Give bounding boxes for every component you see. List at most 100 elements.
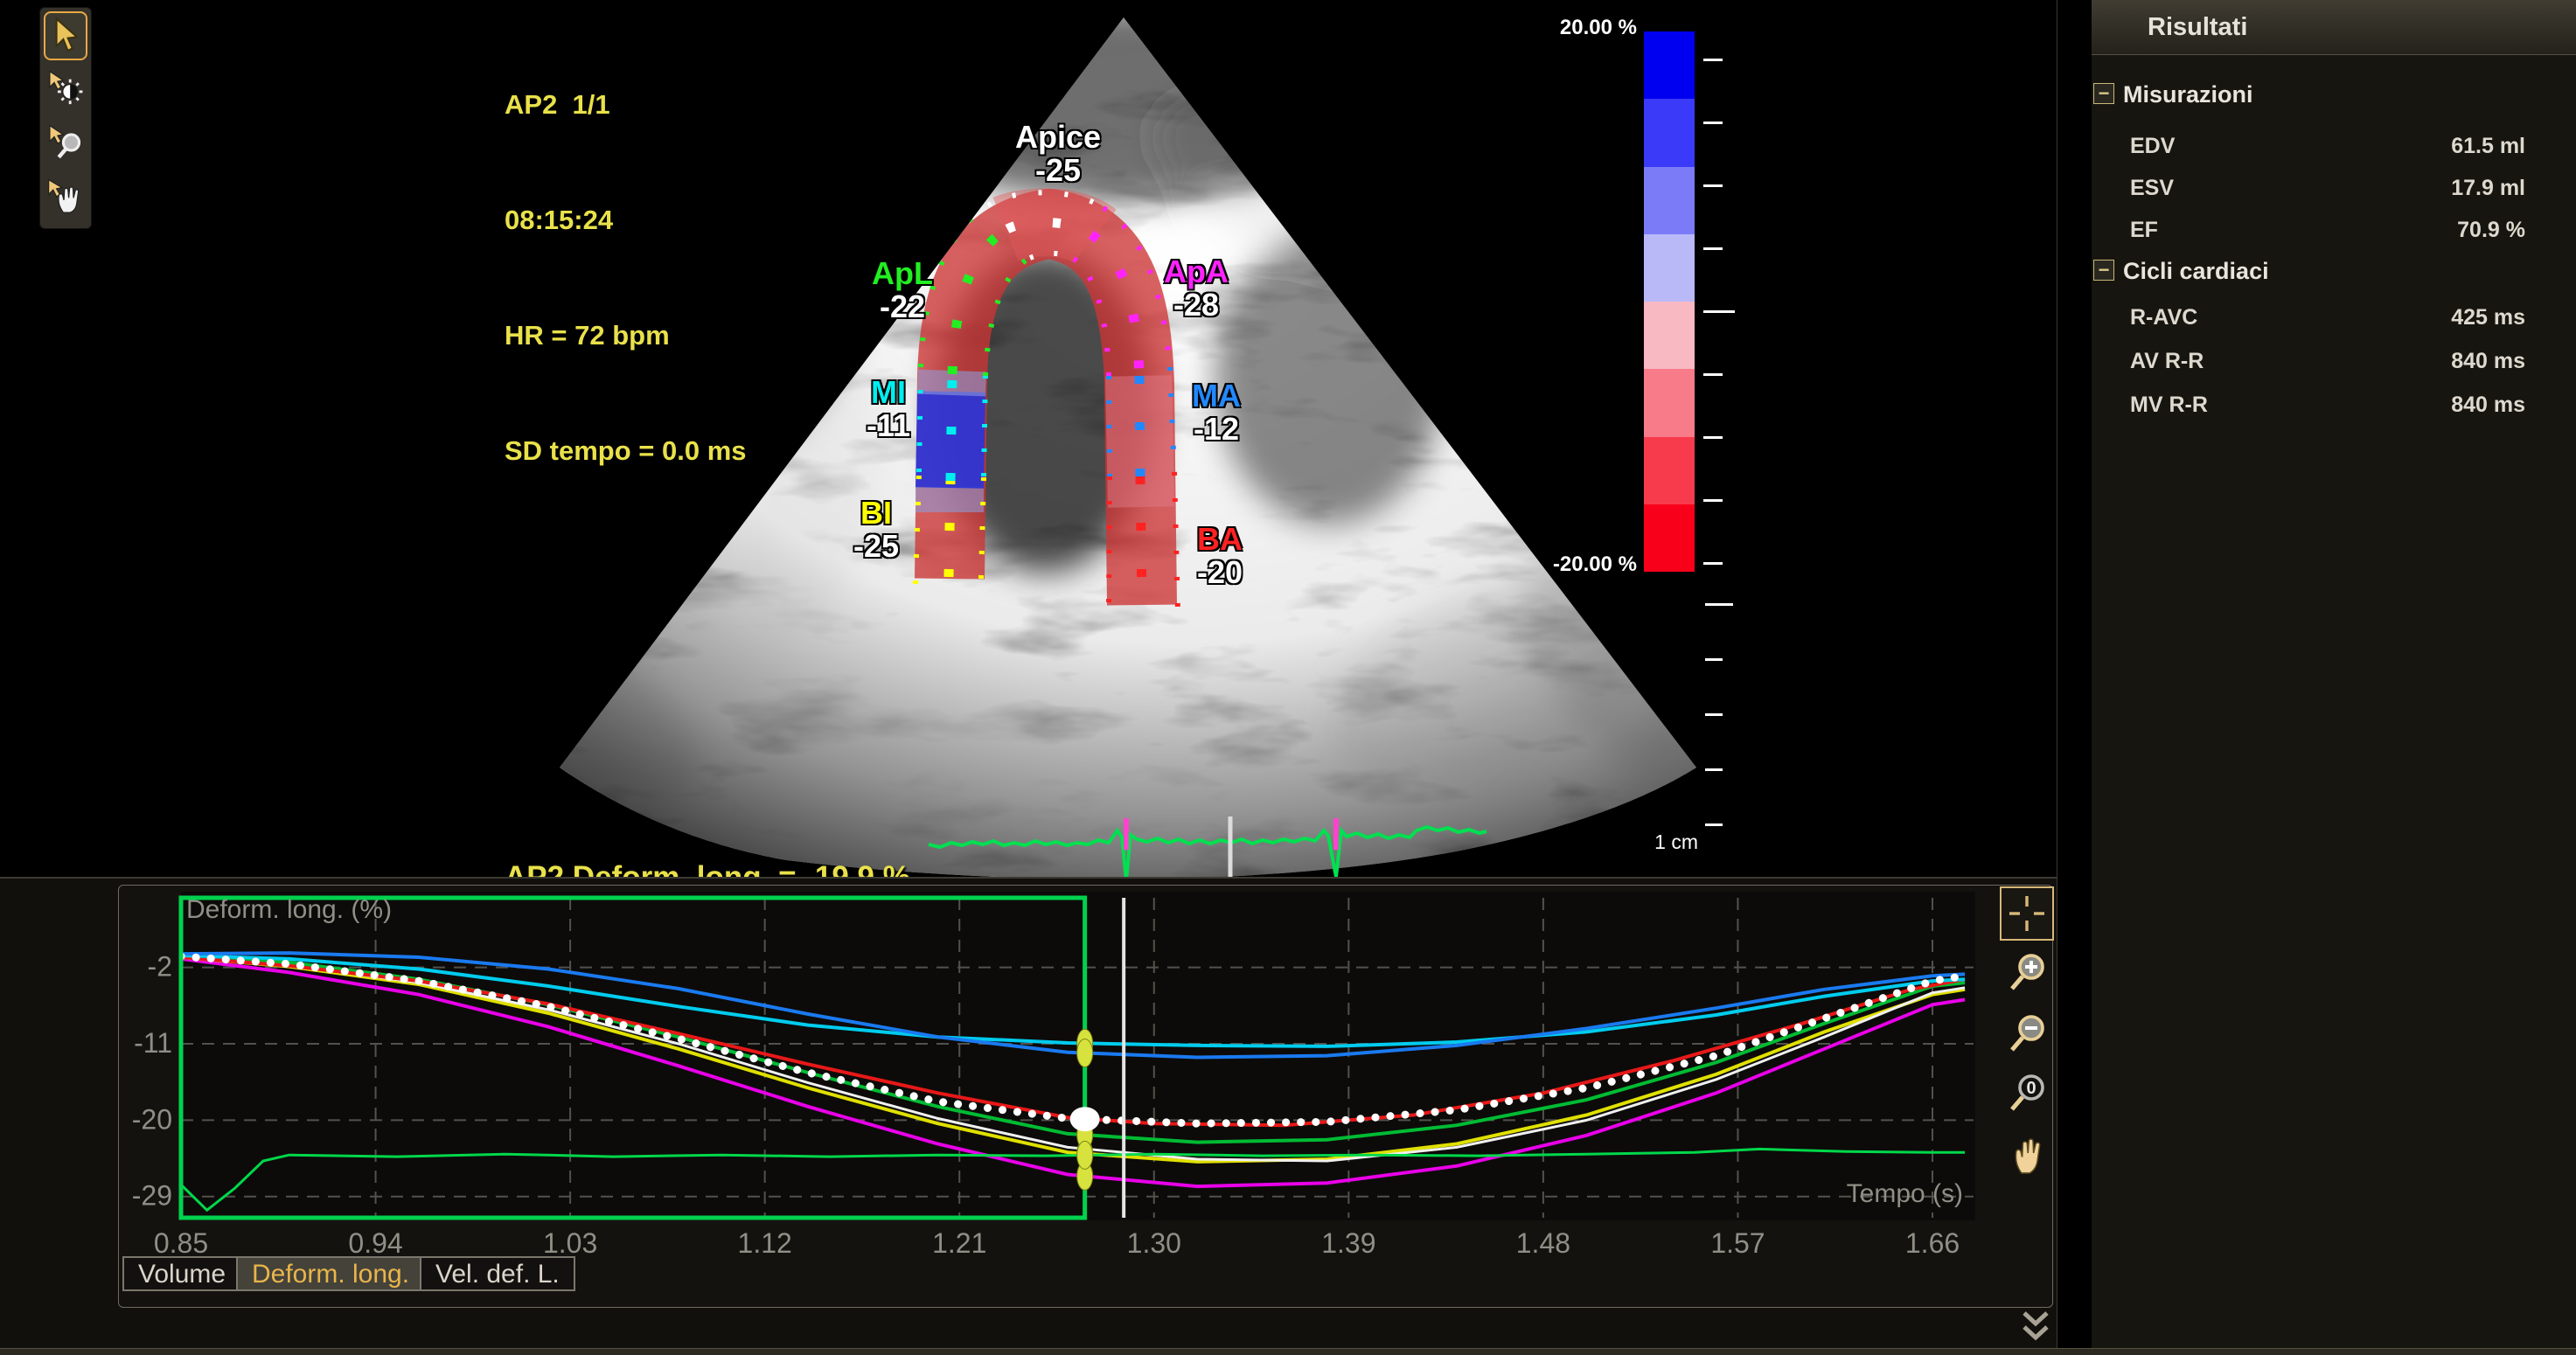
colorbar-tick	[1703, 122, 1723, 124]
timestamp: 08:15:24	[505, 201, 747, 240]
heart-rate: HR = 72 bpm	[505, 316, 747, 355]
colorbar-tick	[1703, 184, 1723, 187]
colorbar-tick	[1703, 310, 1735, 313]
hand-icon	[2004, 1130, 2050, 1176]
y-tick-label: -29	[132, 1180, 172, 1212]
x-axis-label: Tempo (s)	[1847, 1179, 1963, 1208]
x-tick-label: 1.21	[932, 1227, 986, 1259]
segment-label-ma: MA -12	[1155, 379, 1278, 446]
result-row-esv: ESV 17.9 ml	[2092, 168, 2576, 208]
zoom-in-icon	[2003, 949, 2050, 997]
x-tick-label: 1.30	[1127, 1227, 1181, 1259]
magnify-tool-button[interactable]	[44, 118, 87, 167]
colorbar-tick	[1703, 499, 1723, 502]
double-chevron-down-icon	[2016, 1306, 2056, 1346]
y-tick-label: -2	[148, 951, 172, 983]
collapse-analysis-button[interactable]	[2016, 1306, 2056, 1346]
group-cicli-cardiaci: − Cicli cardiaci	[2092, 252, 2576, 290]
result-row-av-rr: AV R-R 840 ms	[2092, 341, 2576, 381]
x-tick-label: 1.66	[1905, 1227, 1960, 1259]
x-tick-label: 1.03	[543, 1227, 597, 1259]
colorbar-tick	[1703, 436, 1723, 439]
x-tick-label: 1.57	[1710, 1227, 1765, 1259]
result-row-ef: EF 70.9 %	[2092, 210, 2576, 250]
chart-caliper-tool-button[interactable]	[2000, 886, 2054, 941]
colorbar-band	[1644, 369, 1695, 436]
segment-label-mi: MI -11	[827, 376, 950, 442]
acquisition-info: AP2 1/1 08:15:24 HR = 72 bpm SD tempo = …	[505, 9, 747, 547]
depth-ruler-tick	[1705, 603, 1733, 606]
strain-chart[interactable]: -2 -11 -20 -29 0.85 0.94 1.03 1.12 1.21 1.30 1.39 1…	[114, 883, 2059, 1313]
crosshair-icon	[2006, 893, 2048, 935]
colorbar-tick	[1703, 247, 1723, 250]
result-row-r-avc: R-AVC 425 ms	[2092, 297, 2576, 337]
colorbar-band	[1644, 99, 1695, 166]
depth-ruler-tick	[1705, 768, 1723, 771]
sidebar-title: Risultati	[2148, 0, 2247, 54]
pointer-icon	[49, 17, 82, 55]
colorbar-tick	[1703, 59, 1723, 61]
segment-label-bi: BI -25	[815, 497, 937, 563]
segment-label-apl: ApL -22	[841, 257, 964, 323]
colorbar-band	[1644, 234, 1695, 302]
group-misurazioni: − Misurazioni	[2092, 75, 2576, 114]
colorbar-tick	[1703, 562, 1723, 565]
chart-pan-button[interactable]	[2000, 1126, 2054, 1180]
chart-zoom-reset-button[interactable]: 0	[2000, 1067, 2054, 1121]
cursor-marker	[1077, 1039, 1093, 1067]
colorbar-min-label: -20.00 %	[1479, 552, 1637, 577]
x-tick-label: 1.48	[1516, 1227, 1570, 1259]
segment-label-ba: BA -20	[1159, 523, 1281, 589]
tool-palette	[39, 7, 92, 229]
panel-divider	[2057, 0, 2092, 1355]
result-row-mv-rr: MV R-R 840 ms	[2092, 385, 2576, 425]
colorbar-band	[1644, 437, 1695, 504]
zoom-out-icon	[2003, 1011, 2050, 1058]
sd-time: SD tempo = 0.0 ms	[505, 432, 747, 470]
cursor-marker	[1077, 1141, 1093, 1169]
pointer-pan-icon	[49, 180, 79, 213]
colorbar-band	[1644, 504, 1695, 572]
chart-zoom-in-button[interactable]	[2000, 946, 2054, 1000]
colorbar-tick	[1703, 373, 1723, 376]
segment-label-apice: Apice -25	[997, 121, 1119, 187]
pointer-brightness-icon	[50, 72, 83, 105]
x-tick-label: 1.12	[738, 1227, 792, 1259]
results-sidebar-header: Risultati	[2092, 0, 2576, 55]
brightness-tool-button[interactable]	[44, 64, 87, 113]
cursor-marker-global	[1070, 1107, 1100, 1131]
pointer-magnify-icon	[50, 126, 80, 157]
collapse-group-button[interactable]: −	[2093, 260, 2114, 281]
svg-text:0: 0	[2026, 1079, 2036, 1098]
depth-ruler-tick	[1705, 823, 1723, 826]
collapse-group-button[interactable]: −	[2093, 83, 2114, 104]
y-tick-label: -20	[132, 1103, 172, 1135]
segment-label-apa: ApA -28	[1135, 255, 1257, 322]
chart-title: Deform. long. (%)	[186, 895, 392, 925]
colorbar-band	[1644, 302, 1695, 369]
depth-ruler-tick	[1705, 658, 1723, 661]
depth-scale-label: 1 cm	[1611, 830, 1698, 854]
zoom-reset-icon: 0	[2003, 1070, 2050, 1117]
x-tick-label: 0.94	[348, 1227, 402, 1259]
strain-colorbar	[1644, 31, 1695, 572]
colorbar-max-label: 20.00 %	[1479, 16, 1637, 40]
tab-deform-long[interactable]: Deform. long.	[236, 1256, 425, 1291]
tab-vel-def-l[interactable]: Vel. def. L.	[420, 1256, 575, 1291]
result-row-edv: EDV 61.5 ml	[2092, 126, 2576, 166]
series-ECG	[181, 1149, 1965, 1210]
tab-volume[interactable]: Volume	[122, 1256, 241, 1291]
colorbar-band	[1644, 31, 1695, 99]
depth-ruler-tick	[1705, 713, 1723, 716]
y-tick-label: -11	[134, 1027, 172, 1059]
view-label: AP2 1/1	[505, 86, 747, 124]
roi-box[interactable]	[181, 898, 1085, 1218]
colorbar-band	[1644, 167, 1695, 234]
x-tick-label: 0.85	[154, 1227, 208, 1259]
echo-strain-app: AP2 1/1 08:15:24 HR = 72 bpm SD tempo = …	[0, 0, 2576, 1355]
x-tick-label: 1.39	[1321, 1227, 1375, 1259]
window-bottom-edge	[0, 1348, 2576, 1355]
chart-zoom-out-button[interactable]	[2000, 1007, 2054, 1061]
pan-tool-button[interactable]	[44, 172, 87, 221]
pointer-tool-button[interactable]	[44, 11, 87, 60]
